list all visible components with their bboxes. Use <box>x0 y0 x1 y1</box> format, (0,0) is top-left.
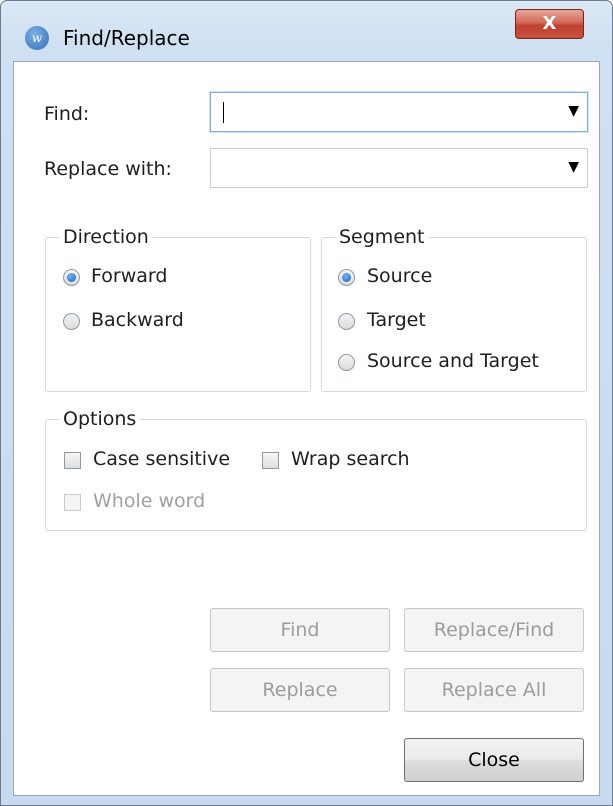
replace-dropdown-icon[interactable]: ▼ <box>568 159 579 175</box>
segment-legend: Segment <box>335 226 429 248</box>
case-sensitive-label[interactable]: Case sensitive <box>93 448 230 470</box>
options-legend: Options <box>59 408 141 430</box>
source-and-target-label[interactable]: Source and Target <box>367 350 539 372</box>
title-bar[interactable]: w Find/Replace X <box>1 1 612 61</box>
target-label[interactable]: Target <box>367 309 426 331</box>
source-radio[interactable] <box>338 269 355 286</box>
replace-label: Replace with: <box>44 158 172 180</box>
target-radio[interactable] <box>338 313 355 330</box>
replace-all-button[interactable]: Replace All <box>404 668 584 712</box>
find-label: Find: <box>44 103 90 125</box>
direction-legend: Direction <box>59 226 153 248</box>
find-button[interactable]: Find <box>210 608 390 652</box>
source-label[interactable]: Source <box>367 265 432 287</box>
wrap-search-checkbox[interactable] <box>262 452 279 469</box>
options-group <box>45 419 587 531</box>
replace-find-button[interactable]: Replace/Find <box>404 608 584 652</box>
app-icon: w <box>25 26 49 50</box>
forward-radio[interactable] <box>63 269 80 286</box>
replace-button[interactable]: Replace <box>210 668 390 712</box>
find-dropdown-icon[interactable]: ▼ <box>568 103 579 119</box>
wrap-search-label[interactable]: Wrap search <box>291 448 410 470</box>
close-window-button[interactable]: X <box>515 9 584 39</box>
find-combobox[interactable]: ▼ <box>210 92 588 132</box>
whole-word-checkbox[interactable] <box>64 494 81 511</box>
window-title: Find/Replace <box>63 26 190 50</box>
source-and-target-radio[interactable] <box>338 354 355 371</box>
find-replace-dialog: w Find/Replace X Find: ▼ Replace with: ▼… <box>0 0 613 806</box>
close-button[interactable]: Close <box>404 738 584 782</box>
backward-label[interactable]: Backward <box>91 309 184 331</box>
whole-word-label[interactable]: Whole word <box>93 490 205 512</box>
backward-radio[interactable] <box>63 313 80 330</box>
forward-label[interactable]: Forward <box>91 265 167 287</box>
replace-combobox[interactable]: ▼ <box>210 148 588 188</box>
find-input[interactable] <box>219 98 553 128</box>
app-icon-letter: w <box>31 31 43 45</box>
dialog-body: Find: ▼ Replace with: ▼ Direction Forwar… <box>13 61 600 796</box>
text-cursor <box>223 102 224 123</box>
case-sensitive-checkbox[interactable] <box>64 452 81 469</box>
replace-input[interactable] <box>219 154 553 184</box>
